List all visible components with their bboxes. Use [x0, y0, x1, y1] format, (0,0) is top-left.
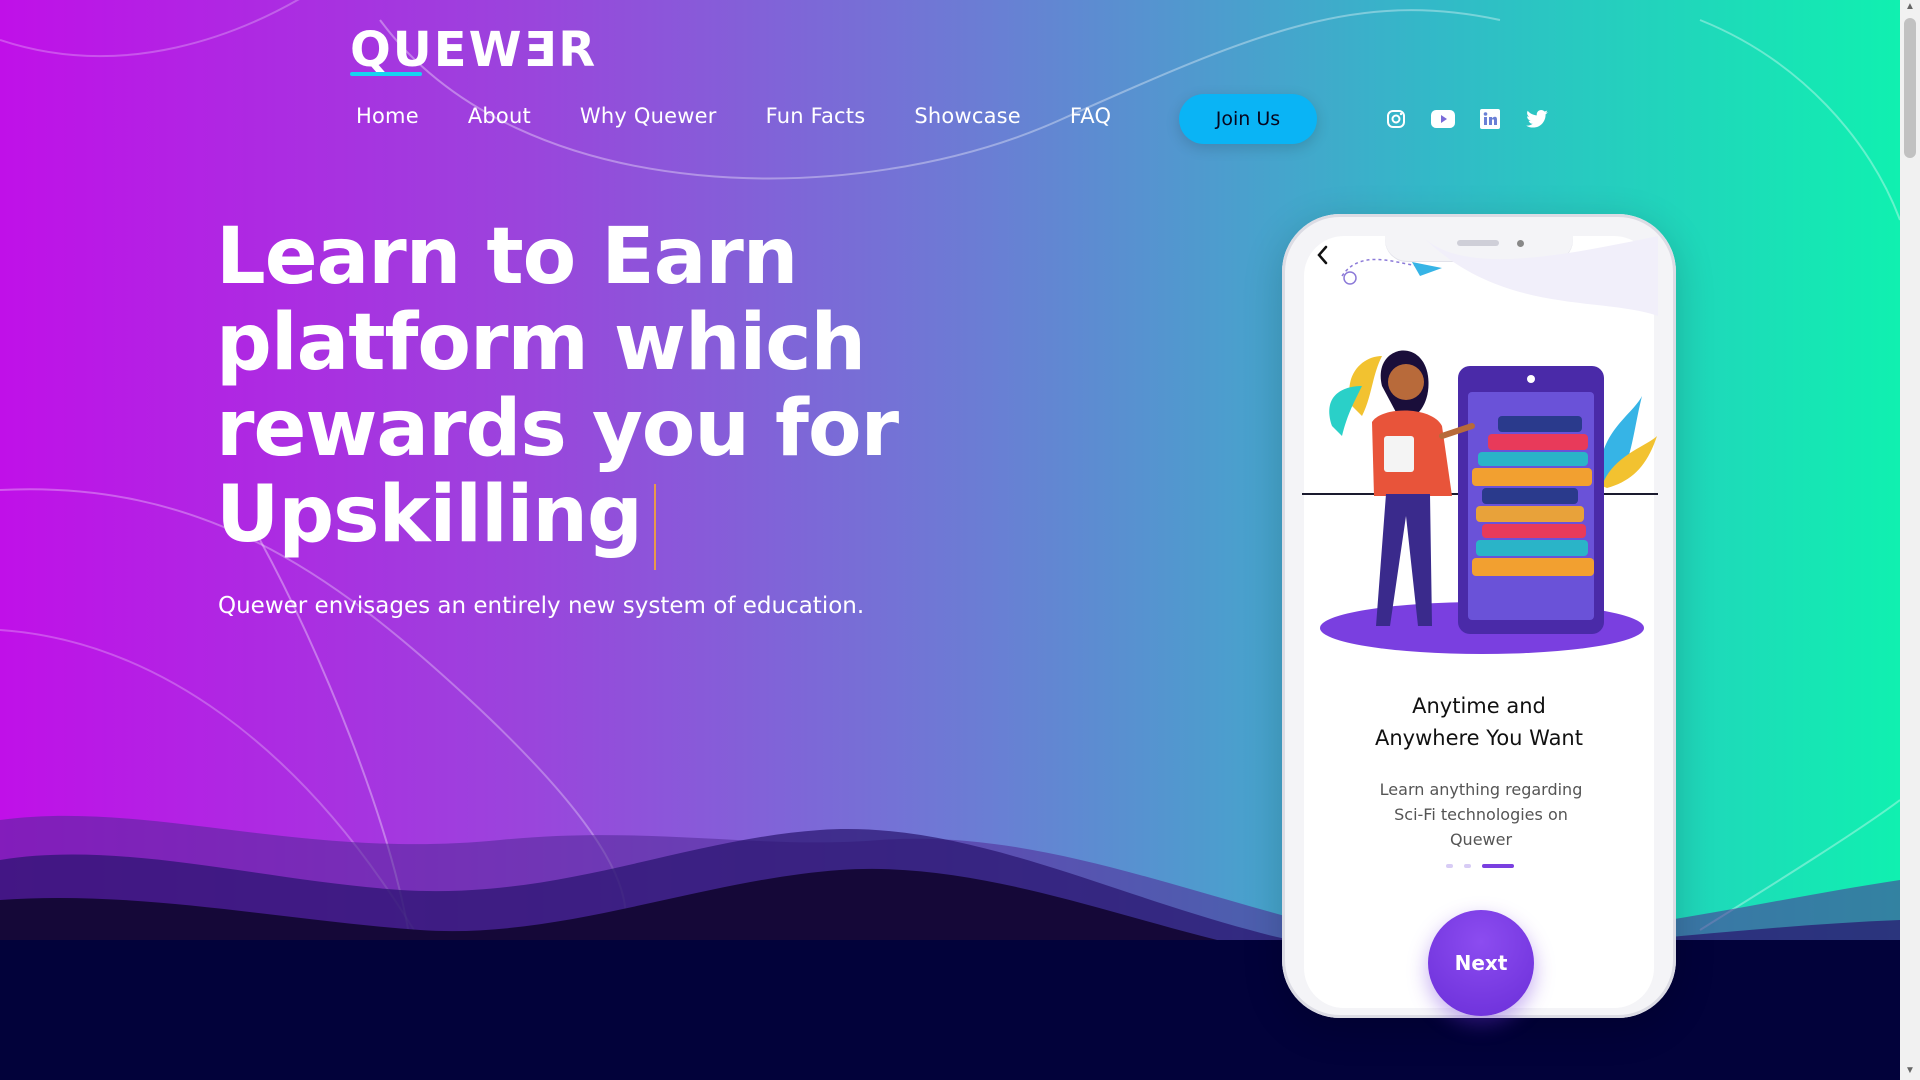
carousel-dot-3-active[interactable]: [1482, 864, 1514, 868]
twitter-icon[interactable]: [1525, 107, 1549, 131]
nav-faq[interactable]: FAQ: [1070, 104, 1111, 128]
phone-card-title-line-2: Anywhere You Want: [1375, 726, 1583, 750]
scroll-thumb[interactable]: [1904, 18, 1916, 158]
youtube-icon[interactable]: [1431, 107, 1455, 131]
headline-line-2: platform which: [216, 298, 866, 388]
instagram-icon[interactable]: [1384, 107, 1408, 131]
next-button[interactable]: Next: [1428, 910, 1534, 1016]
page-scrollbar[interactable]: ▲ ▼: [1900, 0, 1920, 1080]
hero-headline: Learn to Earn platform which rewards you…: [216, 214, 976, 558]
headline-line-3: rewards you for: [216, 384, 899, 474]
nav-showcase[interactable]: Showcase: [914, 104, 1021, 128]
typing-cursor: [654, 484, 656, 570]
logo[interactable]: QUEWƎR: [350, 22, 597, 78]
nav-why-quewer[interactable]: Why Quewer: [580, 104, 717, 128]
join-us-button[interactable]: Join Us: [1179, 94, 1317, 144]
nav-fun-facts[interactable]: Fun Facts: [766, 104, 866, 128]
headline-line-4: Upskilling: [216, 470, 643, 560]
phone-card-description: Learn anything regarding Sci-Fi technolo…: [1379, 780, 1583, 849]
logo-underline: [350, 72, 422, 76]
social-links: [1384, 107, 1572, 131]
carousel-dot-1[interactable]: [1446, 864, 1453, 868]
phone-card-title: Anytime and Anywhere You Want: [1318, 690, 1640, 754]
reading-illustration: [1302, 236, 1658, 654]
linkedin-icon[interactable]: [1478, 107, 1502, 131]
hero-subtitle: Quewer envisages an entirely new system …: [218, 593, 865, 619]
scroll-up-arrow-icon[interactable]: ▲: [1905, 2, 1915, 12]
carousel-dot-2[interactable]: [1464, 864, 1471, 868]
main-nav: Home About Why Quewer Fun Facts Showcase…: [356, 104, 1160, 128]
scroll-down-arrow-icon[interactable]: ▼: [1905, 1066, 1915, 1076]
headline-line-1: Learn to Earn: [216, 212, 798, 302]
nav-home[interactable]: Home: [356, 104, 419, 128]
carousel-indicator: [1446, 864, 1514, 868]
phone-card-title-line-1: Anytime and: [1412, 694, 1546, 718]
logo-text: QUEWƎR: [350, 22, 598, 78]
nav-about[interactable]: About: [468, 104, 531, 128]
